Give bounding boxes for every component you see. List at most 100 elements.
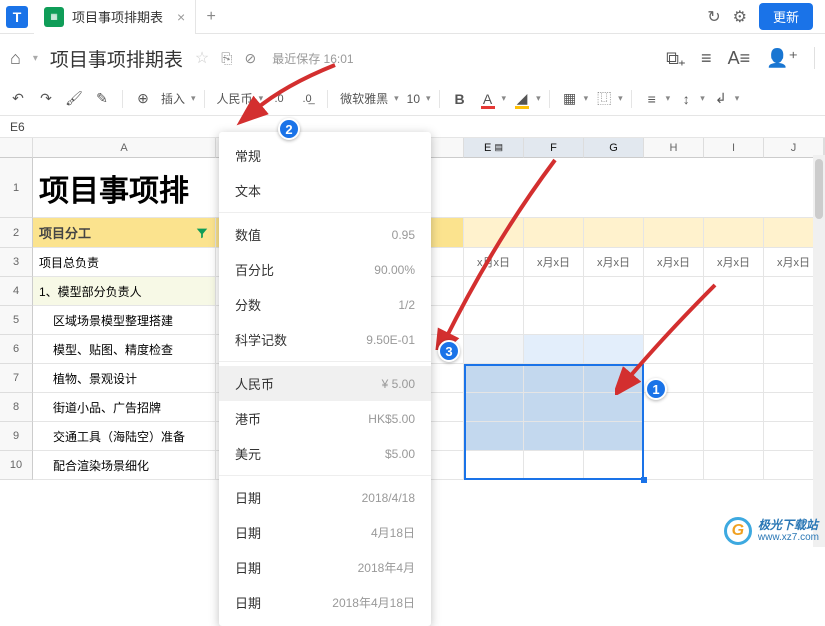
cell[interactable]: 模型、贴图、精度检查 [33,335,216,364]
wrap-dropdown[interactable]: ↲▾ [709,87,740,111]
filter-icon[interactable] [195,226,209,240]
cell[interactable]: 交通工具（海陆空）准备 [33,422,216,451]
format-menu-item[interactable]: 分数1/2 [219,287,431,322]
text-style-icon[interactable]: A≡ [728,48,751,69]
insert-dropdown[interactable]: ⊕ 插入 ▾ [131,87,196,111]
cell[interactable] [584,306,644,335]
column-header-g[interactable]: G [584,138,644,158]
cell[interactable] [584,393,644,422]
cell[interactable] [464,451,524,480]
update-button[interactable]: 更新 [759,3,813,30]
format-menu-item[interactable]: 文本 [219,173,431,208]
cell[interactable] [704,393,764,422]
cell[interactable] [584,218,644,248]
add-person-icon[interactable]: 👤⁺ [766,48,798,69]
halign-dropdown[interactable]: ≡▾ [640,87,671,111]
format-menu-item[interactable]: 日期2018年4月18日 [219,585,431,620]
undo-icon[interactable]: ↶ [6,87,30,111]
cell[interactable] [584,451,644,480]
cell[interactable]: 植物、景观设计 [33,364,216,393]
row-header[interactable]: 1 [0,158,33,218]
cell[interactable] [524,335,584,364]
header-cell-project[interactable]: 项目分工 [33,218,216,248]
cell[interactable]: 1、模型部分负责人 [33,277,216,306]
cell[interactable] [524,422,584,451]
row-header[interactable]: 2 [0,218,33,248]
format-menu-item[interactable]: 人民币¥ 5.00 [219,366,431,401]
redo-icon[interactable]: ↷ [34,87,58,111]
cell[interactable]: 街道小品、广告招牌 [33,393,216,422]
clear-format-icon[interactable]: ✎ [90,87,114,111]
cell[interactable] [584,364,644,393]
select-all-corner[interactable] [0,138,33,158]
format-menu-item[interactable]: 日期2018年4月 [219,550,431,585]
cell[interactable]: x月x日 [704,248,764,277]
cell[interactable]: x月x日 [524,248,584,277]
cell[interactable]: 配合渲染场景细化 [33,451,216,480]
settings-icon[interactable]: ⚙ [733,7,747,27]
chevron-down-icon[interactable]: ▾ [33,53,38,64]
format-menu-item[interactable]: 科学记数9.50E-01 [219,322,431,357]
cell[interactable] [704,335,764,364]
cell[interactable] [464,364,524,393]
cell[interactable] [464,393,524,422]
cell[interactable] [584,422,644,451]
number-format-dropdown[interactable]: 人民币 ▾ [213,90,264,107]
column-header-h[interactable]: H [644,138,704,158]
share-icon[interactable]: ⎘ [221,50,232,67]
cell[interactable] [464,277,524,306]
column-header-e[interactable]: E ▤ [464,138,524,158]
cell[interactable] [644,422,704,451]
column-header-a[interactable]: A [33,138,216,158]
format-menu-item[interactable]: 港币HK$5.00 [219,401,431,436]
row-header[interactable]: 8 [0,393,33,422]
format-menu-item[interactable]: 常规 [219,138,431,173]
decimal-increase-icon[interactable]: .0̲ [295,87,319,111]
cell[interactable] [464,306,524,335]
cell[interactable] [704,422,764,451]
row-header[interactable]: 4 [0,277,33,306]
cell[interactable] [704,218,764,248]
cell[interactable]: 区域场景模型整理搭建 [33,306,216,335]
format-menu-item[interactable]: 数值0.95 [219,217,431,252]
column-header-f[interactable]: F [524,138,584,158]
row-header[interactable]: 5 [0,306,33,335]
cell-reference[interactable]: E6 [10,120,25,134]
cell[interactable] [464,218,524,248]
app-logo[interactable]: T [0,0,34,34]
cell[interactable] [644,277,704,306]
format-menu-item[interactable]: 百分比90.00% [219,252,431,287]
cell[interactable] [644,218,704,248]
cell[interactable]: 项目总负责 [33,248,216,277]
format-menu-item[interactable]: 美元$5.00 [219,436,431,471]
cell[interactable]: x月x日 [464,248,524,277]
cell[interactable] [584,335,644,364]
cell[interactable] [644,451,704,480]
menu-lines-icon[interactable]: ≡ [701,48,712,69]
cell[interactable] [644,335,704,364]
row-header[interactable]: 6 [0,335,33,364]
home-icon[interactable]: ⌂ [10,48,21,69]
cell[interactable] [704,451,764,480]
bold-button[interactable]: B [448,87,472,111]
star-icon[interactable]: ☆ [195,48,209,68]
cell[interactable] [704,306,764,335]
vertical-scrollbar[interactable] [813,155,825,547]
tab-close-icon[interactable]: × [177,9,185,25]
cell[interactable] [704,364,764,393]
cell[interactable]: x月x日 [644,248,704,277]
border-dropdown[interactable]: ▦▾ [558,87,589,111]
cell[interactable] [524,306,584,335]
row-header[interactable]: 9 [0,422,33,451]
cell[interactable] [464,335,524,364]
cell[interactable] [524,393,584,422]
cell[interactable] [524,364,584,393]
format-painter-icon[interactable]: 🖌 [62,87,86,111]
valign-dropdown[interactable]: ↕▾ [674,87,705,111]
cell[interactable] [584,277,644,306]
cell[interactable] [704,277,764,306]
column-header-i[interactable]: I [704,138,764,158]
text-color-dropdown[interactable]: A▾ [476,87,507,111]
selection-handle[interactable] [641,477,647,483]
format-menu-item[interactable]: 日期4月18日 [219,515,431,550]
